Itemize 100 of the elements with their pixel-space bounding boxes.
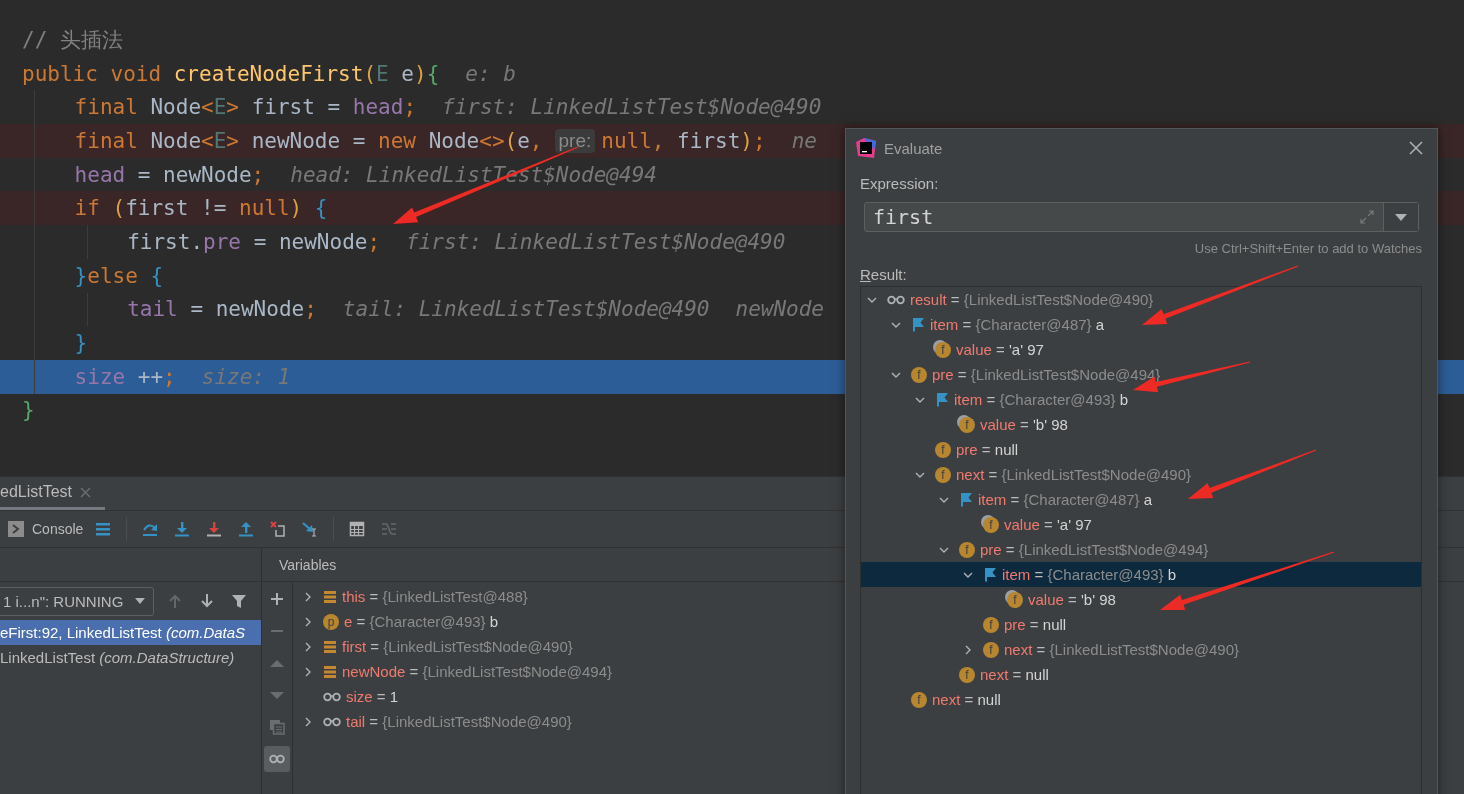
node-label: result = {LinkedListTest$Node@490} bbox=[910, 291, 1154, 308]
badge-icon: f bbox=[911, 366, 927, 383]
inline-value-hint: ne bbox=[791, 128, 817, 153]
history-dropdown[interactable] bbox=[1383, 203, 1418, 231]
badge-icon: p bbox=[323, 613, 339, 630]
stack-frame[interactable]: eFirst:92, LinkedListTest (com.DataS bbox=[0, 620, 261, 645]
variable-label: size = 1 bbox=[346, 688, 399, 705]
tree-row[interactable]: f value = 'b' 98 bbox=[861, 412, 1421, 437]
tree-row[interactable]: item = {Character@487} a bbox=[861, 487, 1421, 512]
tree-row[interactable]: f next = {LinkedListTest$Node@490} bbox=[861, 462, 1421, 487]
chevron-icon[interactable] bbox=[303, 666, 313, 677]
node-label: item = {Character@487} a bbox=[930, 316, 1105, 333]
tree-row[interactable]: result = {LinkedListTest$Node@490} bbox=[861, 287, 1421, 312]
filter-icon[interactable] bbox=[231, 593, 247, 609]
code-text: } bbox=[22, 398, 35, 423]
badge-icon: f bbox=[959, 666, 975, 683]
step-out-icon[interactable] bbox=[238, 521, 255, 537]
chevron-icon[interactable] bbox=[303, 716, 313, 727]
variable-label: e = {Character@493} b bbox=[344, 613, 499, 630]
calculator-icon[interactable] bbox=[349, 521, 366, 537]
inline-value-hint: tail: LinkedListTest$Node@490 bbox=[342, 297, 710, 322]
pinned-badge-icon: f bbox=[983, 516, 999, 533]
node-label: item = {Character@493} b bbox=[954, 391, 1129, 408]
stack-icon bbox=[323, 589, 337, 604]
thread-status: 1 i...n": RUNNING bbox=[3, 592, 124, 610]
step-over-icon[interactable] bbox=[142, 521, 159, 537]
badge-icon: f bbox=[935, 466, 951, 483]
drop-frame-icon[interactable] bbox=[270, 521, 287, 537]
tree-row[interactable]: f value = 'a' 97 bbox=[861, 337, 1421, 362]
tree-row[interactable]: item = {Character@493} b bbox=[861, 562, 1421, 587]
add-icon[interactable] bbox=[269, 591, 285, 607]
chevron-icon[interactable] bbox=[303, 616, 313, 627]
expression-field[interactable]: first bbox=[864, 202, 1419, 232]
code-text: public void createNodeFirst(E e){ bbox=[22, 61, 440, 86]
run-to-cursor-icon[interactable] bbox=[302, 521, 319, 537]
flag-icon bbox=[911, 317, 925, 332]
menu-icon[interactable] bbox=[95, 521, 112, 537]
chevron-icon[interactable] bbox=[963, 644, 973, 655]
tree-row[interactable]: f value = 'a' 97 bbox=[861, 512, 1421, 537]
code-text: final Node<E> newNode = new Node<>(e, bbox=[74, 128, 543, 153]
code-text: if (first != null) { bbox=[74, 196, 328, 221]
tree-row[interactable]: item = {Character@487} a bbox=[861, 312, 1421, 337]
node-label: value = 'a' 97 bbox=[956, 341, 1044, 358]
node-label: next = {LinkedListTest$Node@490} bbox=[1004, 641, 1239, 658]
variable-row[interactable]: tail = {LinkedListTest$Node@490} bbox=[303, 709, 613, 734]
code-text: first.pre = newNode; bbox=[127, 229, 381, 254]
tree-row[interactable]: item = {Character@493} b bbox=[861, 387, 1421, 412]
node-label: item = {Character@493} b bbox=[1002, 566, 1177, 583]
code-text: } bbox=[74, 331, 88, 356]
tree-row[interactable]: f next = {LinkedListTest$Node@490} bbox=[861, 637, 1421, 662]
node-label: value = 'b' 98 bbox=[1028, 591, 1116, 608]
code-text: }else { bbox=[74, 263, 164, 288]
inline-value-hint: e: b bbox=[465, 61, 516, 86]
node-label: next = null bbox=[932, 691, 1001, 708]
text-input[interactable]: first bbox=[865, 203, 1351, 231]
tree-row[interactable]: f next = null bbox=[861, 662, 1421, 687]
code-text: // 头插法 bbox=[22, 26, 123, 54]
debug-tab[interactable]: edListTest bbox=[0, 477, 106, 510]
variable-label: this = {LinkedListTest@488} bbox=[342, 588, 528, 605]
caret-icon bbox=[135, 598, 145, 604]
variable-row[interactable]: size = 1 bbox=[303, 684, 613, 709]
variable-label: newNode = {LinkedListTest$Node@494} bbox=[342, 663, 613, 680]
tree-row[interactable]: f pre = null bbox=[861, 437, 1421, 462]
tree-row[interactable]: f next = null bbox=[861, 687, 1421, 712]
variable-row[interactable]: p e = {Character@493} b bbox=[303, 609, 613, 634]
thread-dropdown[interactable]: 1 i...n": RUNNING bbox=[0, 586, 154, 616]
badge-icon: f bbox=[983, 641, 999, 658]
chevron-icon[interactable] bbox=[303, 641, 313, 652]
variable-label: tail = {LinkedListTest$Node@490} bbox=[346, 713, 572, 730]
panel-title: Variables bbox=[279, 556, 337, 573]
chevron-icon[interactable] bbox=[303, 591, 313, 602]
toggle-button[interactable] bbox=[264, 746, 290, 772]
code-text: final Node<E> first = head; bbox=[74, 95, 417, 120]
flag-icon bbox=[959, 492, 973, 507]
field-label: Expression: bbox=[859, 174, 940, 193]
inline-value-hint: first: LinkedListTest$Node@490 bbox=[442, 95, 822, 120]
tree-row[interactable]: f pre = {LinkedListTest$Node@494} bbox=[861, 362, 1421, 387]
code-text: null, first); bbox=[601, 128, 766, 153]
console-tab[interactable]: Console bbox=[8, 521, 84, 537]
tree-row[interactable]: f value = 'b' 98 bbox=[861, 587, 1421, 612]
step-into-icon[interactable] bbox=[174, 521, 191, 537]
parameter-hint: pre: bbox=[554, 128, 596, 153]
inline-value-hint: newNode bbox=[735, 297, 825, 322]
tree-row[interactable]: f pre = {LinkedListTest$Node@494} bbox=[861, 537, 1421, 562]
glasses-icon bbox=[323, 716, 341, 727]
node-label: next = null bbox=[980, 666, 1049, 683]
force-step-into-icon[interactable] bbox=[206, 521, 223, 537]
pinned-badge-icon: f bbox=[935, 341, 951, 358]
flag-icon bbox=[983, 567, 997, 582]
variable-row[interactable]: newNode = {LinkedListTest$Node@494} bbox=[303, 659, 613, 684]
pinned-badge-icon: f bbox=[1007, 591, 1023, 608]
code-text: head = newNode; bbox=[74, 162, 265, 187]
tree-row[interactable]: f pre = null bbox=[861, 612, 1421, 637]
close-icon[interactable] bbox=[1409, 141, 1423, 155]
inline-value-hint: first: LinkedListTest$Node@490 bbox=[406, 229, 786, 254]
stack-frame[interactable]: LinkedListTest (com.DataStructure) bbox=[0, 645, 261, 670]
glasses-icon bbox=[323, 691, 341, 702]
variable-row[interactable]: this = {LinkedListTest@488} bbox=[303, 584, 613, 609]
arrow-down-icon[interactable] bbox=[199, 593, 215, 609]
variable-row[interactable]: first = {LinkedListTest$Node@490} bbox=[303, 634, 613, 659]
